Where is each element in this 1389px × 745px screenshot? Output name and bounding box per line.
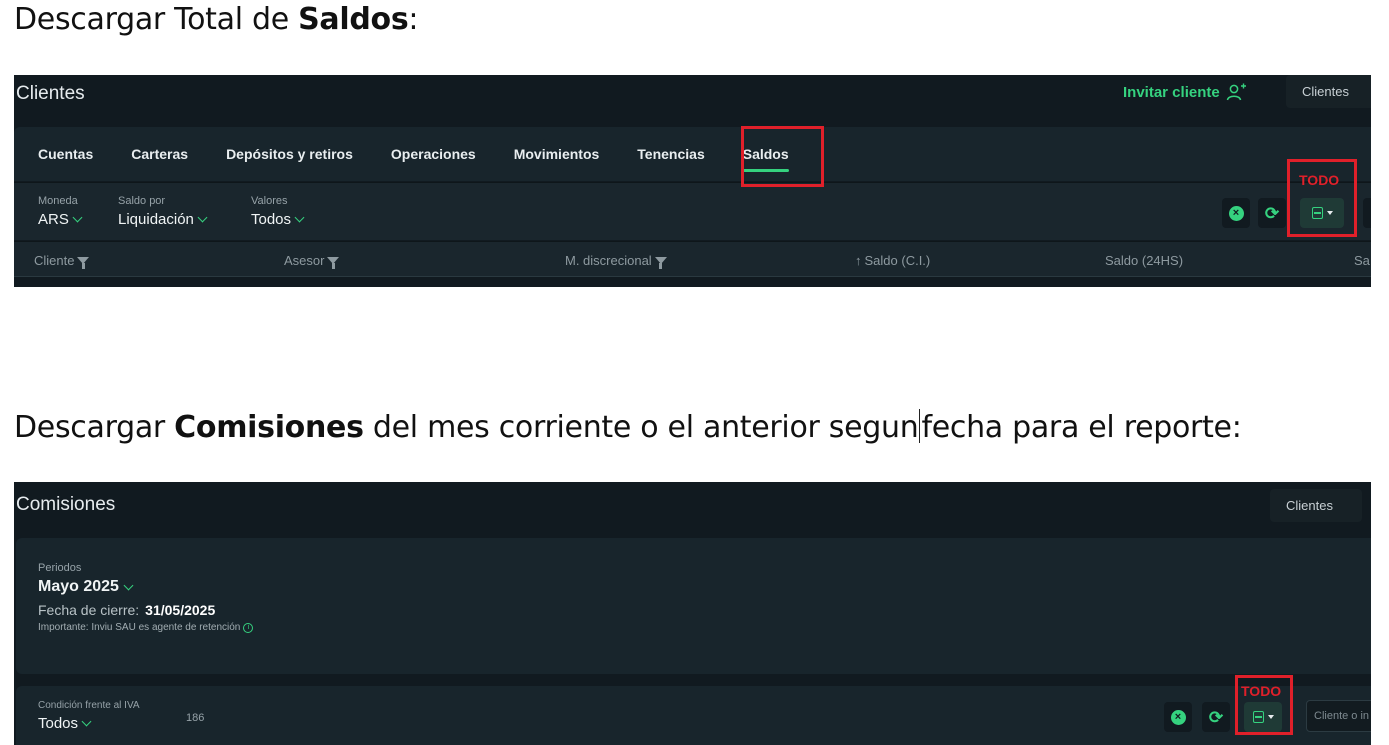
clear-filters-button[interactable]: × xyxy=(1222,198,1250,228)
filter-value: ARS xyxy=(38,211,69,228)
search-input[interactable]: Cliente o in xyxy=(1306,700,1371,732)
column-label: Cliente xyxy=(34,253,75,268)
refresh-icon: ⟳ xyxy=(1208,707,1224,727)
top-tab-clientes[interactable]: Clientes xyxy=(1270,489,1362,522)
xls-file-icon xyxy=(1311,207,1323,219)
periodo-select[interactable]: Mayo 2025 xyxy=(38,578,134,596)
heading-bold: Comisiones xyxy=(174,410,364,445)
fecha-label: Fecha de cierre: xyxy=(38,602,140,618)
fecha-value: 31/05/2025 xyxy=(145,602,216,618)
filter-icon[interactable] xyxy=(77,257,90,269)
result-count: 186 xyxy=(186,712,205,724)
column-label: Sa xyxy=(1354,253,1370,268)
chevron-down-icon xyxy=(81,716,92,727)
refresh-button[interactable]: ⟳ xyxy=(1202,702,1230,732)
heading-saldos: Descargar Total de Saldos: xyxy=(14,2,418,37)
page-title: Comisiones xyxy=(16,494,116,515)
chevron-down-icon xyxy=(294,212,305,223)
column-m-discrecional[interactable]: M. discrecional xyxy=(565,253,667,269)
heading-text: Descargar Total de xyxy=(14,2,299,37)
heading-comisiones: Descargar Comisiones del mes corriente o… xyxy=(14,409,1242,445)
filter-value: Liquidación xyxy=(118,211,194,228)
download-xls-button[interactable] xyxy=(1244,702,1282,732)
top-tab-clientes[interactable]: Clientes xyxy=(1286,75,1371,108)
tab-saldos[interactable]: Saldos xyxy=(742,127,789,181)
iva-filter[interactable]: Condición frente al IVA Todos xyxy=(38,700,140,732)
page-title: Clientes xyxy=(16,83,85,104)
filter-icon[interactable] xyxy=(327,257,340,269)
period-panel: Periodos Mayo 2025 Fecha de cierre: 31/05… xyxy=(16,538,1371,674)
refresh-icon: ⟳ xyxy=(1264,203,1280,223)
moneda-filter[interactable]: Moneda ARS xyxy=(38,195,83,228)
fecha-cierre: Fecha de cierre: 31/05/2025 xyxy=(38,602,215,618)
column-label: Saldo (C.I.) xyxy=(864,253,931,268)
tab-movimientos[interactable]: Movimientos xyxy=(514,127,600,181)
filter-icon[interactable] xyxy=(654,257,667,269)
invite-client-button[interactable]: Invitar cliente xyxy=(1123,83,1246,101)
chevron-down-icon xyxy=(123,580,134,590)
tab-bar: Cuentas Carteras Depósitos y retiros Ope… xyxy=(14,127,1371,181)
clientes-screenshot: Clientes Invitar cliente Clientes Cuenta… xyxy=(14,75,1371,287)
tab-operaciones[interactable]: Operaciones xyxy=(391,127,476,181)
filter-label: Condición frente al IVA xyxy=(38,700,140,711)
tab-depositos-retiros[interactable]: Depósitos y retiros xyxy=(226,127,353,181)
sort-up-icon: ↑ xyxy=(855,253,862,268)
chevron-down-icon xyxy=(72,212,83,223)
retention-note: Importante: Inviu SAU es agente de reten… xyxy=(38,622,254,633)
clipped-control xyxy=(1363,198,1371,228)
heading-text: : xyxy=(408,2,419,37)
heading-bold: Saldos xyxy=(298,2,409,37)
column-saldo-clipped[interactable]: Sa xyxy=(1354,253,1370,268)
invite-label: Invitar cliente xyxy=(1123,83,1220,101)
filter-value: Todos xyxy=(251,211,292,228)
caret-down-icon xyxy=(1326,211,1333,215)
column-saldo-24hs[interactable]: Saldo (24HS) xyxy=(1105,253,1183,268)
chevron-down-icon xyxy=(197,212,208,223)
filter-value: Todos xyxy=(38,715,79,732)
tab-carteras[interactable]: Carteras xyxy=(131,127,188,181)
note-text: Importante: Inviu SAU es agente de reten… xyxy=(38,622,241,633)
info-icon[interactable]: i xyxy=(243,622,254,633)
column-label: Asesor xyxy=(284,253,325,268)
clear-filters-icon: × xyxy=(1170,709,1186,725)
column-asesor[interactable]: Asesor xyxy=(284,253,340,269)
saldo-por-filter[interactable]: Saldo por Liquidación xyxy=(118,195,208,228)
periodos-label: Periodos xyxy=(38,562,82,574)
column-cliente[interactable]: Cliente xyxy=(34,253,90,269)
comisiones-screenshot: Comisiones Clientes Periodos Mayo 2025 F… xyxy=(14,482,1371,745)
iva-filter-bar: Condición frente al IVA Todos 186 × ⟳ Cl… xyxy=(16,686,1371,745)
filter-label: Moneda xyxy=(38,195,78,207)
caret-down-icon xyxy=(1267,715,1274,719)
filter-label: Valores xyxy=(251,195,288,207)
refresh-button[interactable]: ⟳ xyxy=(1258,198,1286,228)
xls-file-icon xyxy=(1252,711,1264,723)
todo-annotation: TODO xyxy=(1241,683,1282,699)
clear-filters-icon: × xyxy=(1228,205,1244,221)
periodo-value: Mayo 2025 xyxy=(38,578,119,595)
heading-text: del mes corriente o el anterior segun xyxy=(363,410,919,445)
tab-cuentas[interactable]: Cuentas xyxy=(38,127,93,181)
heading-text: fecha para el reporte: xyxy=(921,410,1242,445)
column-label: M. discrecional xyxy=(565,253,652,268)
clear-filters-button[interactable]: × xyxy=(1164,702,1192,732)
heading-text: Descargar xyxy=(14,410,175,445)
filter-label: Saldo por xyxy=(118,195,166,207)
todo-annotation: TODO xyxy=(1299,172,1340,188)
valores-filter[interactable]: Valores Todos xyxy=(251,195,305,228)
tab-tenencias[interactable]: Tenencias xyxy=(637,127,704,181)
table-header: Cliente Asesor M. discrecional ↑ Saldo (C… xyxy=(14,241,1371,277)
column-saldo-ci[interactable]: ↑ Saldo (C.I.) xyxy=(855,253,930,268)
filter-bar: Moneda ARS Saldo por Liquidación Valores… xyxy=(14,182,1371,240)
user-plus-icon xyxy=(1226,83,1246,101)
download-xls-button[interactable] xyxy=(1300,198,1344,228)
column-label: Saldo (24HS) xyxy=(1105,253,1184,268)
